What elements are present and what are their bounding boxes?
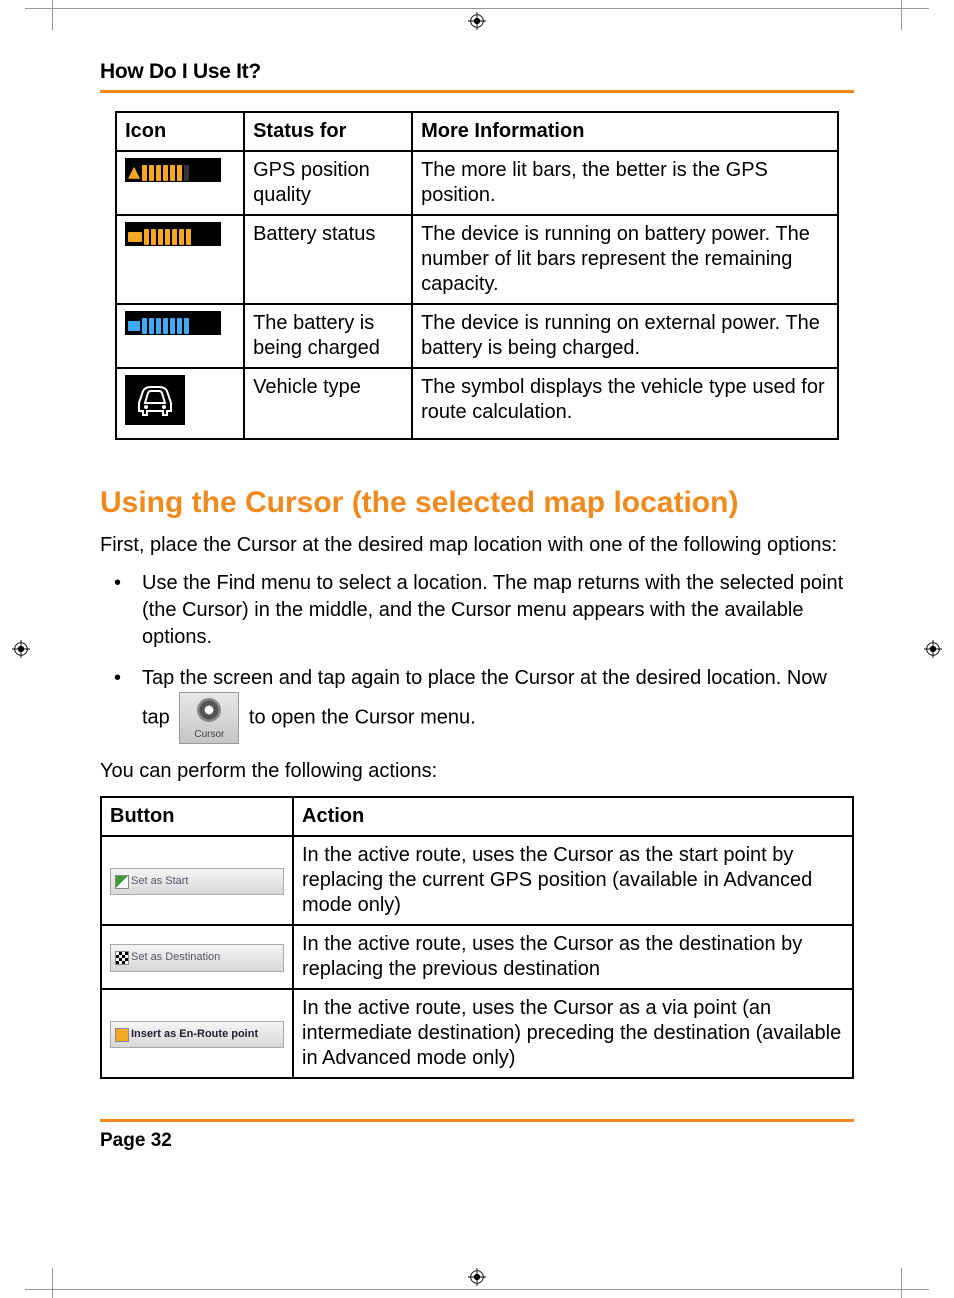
info-text: The more lit bars, the better is the GPS…: [412, 151, 838, 215]
table-row: Vehicle type The symbol displays the veh…: [116, 368, 838, 439]
bullet-text-part: to open the Cursor menu.: [249, 706, 476, 728]
registration-mark-icon: [12, 640, 30, 658]
intro-paragraph: First, place the Cursor at the desired m…: [100, 532, 854, 558]
crop-mark: [25, 8, 929, 9]
action-text: In the active route, uses the Cursor as …: [293, 989, 853, 1078]
registration-mark-icon: [468, 12, 486, 30]
flag-green-icon: [115, 875, 129, 889]
action-text: In the active route, uses the Cursor as …: [293, 925, 853, 989]
table-row: The battery is being charged The device …: [116, 304, 838, 368]
registration-mark-icon: [924, 640, 942, 658]
info-text: The symbol displays the vehicle type use…: [412, 368, 838, 439]
status-text: GPS position quality: [244, 151, 412, 215]
header-divider: [100, 90, 854, 93]
list-item: Tap the screen and tap again to place th…: [100, 665, 854, 744]
button-label: Set as Destination: [131, 951, 220, 963]
action-text: In the active route, uses the Cursor as …: [293, 836, 853, 925]
battery-status-icon: [125, 222, 221, 246]
crop-mark: [901, 1268, 902, 1298]
flag-checkered-icon: [115, 951, 129, 965]
outro-paragraph: You can perform the following actions:: [100, 758, 854, 784]
crop-mark: [901, 0, 902, 30]
cursor-action-table: Button Action Set as Start In the active…: [100, 796, 854, 1079]
gps-quality-icon: [125, 158, 221, 182]
page-header-title: How Do I Use It?: [100, 60, 854, 84]
info-text: The device is running on battery power. …: [412, 215, 838, 304]
registration-mark-icon: [468, 1268, 486, 1286]
status-text: The battery is being charged: [244, 304, 412, 368]
footer-divider: [100, 1119, 854, 1122]
page-number: Page 32: [100, 1130, 854, 1152]
status-text: Vehicle type: [244, 368, 412, 439]
section-heading: Using the Cursor (the selected map locat…: [100, 486, 854, 520]
status-text: Battery status: [244, 215, 412, 304]
cursor-button-icon: Cursor: [179, 692, 239, 744]
bullet-text-part: Tap the screen and tap again to place th…: [142, 667, 827, 728]
vehicle-type-icon: [125, 375, 185, 425]
table-header: Action: [293, 797, 853, 836]
crop-mark: [25, 1289, 929, 1290]
set-as-start-button: Set as Start: [110, 868, 284, 896]
table-header: Button: [101, 797, 293, 836]
table-row: Set as Start In the active route, uses t…: [101, 836, 853, 925]
crop-mark: [52, 0, 53, 30]
table-row: GPS position quality The more lit bars, …: [116, 151, 838, 215]
battery-charging-icon: [125, 311, 221, 335]
status-icon-table: Icon Status for More Information GPS pos…: [115, 111, 839, 440]
flag-orange-icon: [115, 1028, 129, 1042]
insert-en-route-button: Insert as En-Route point: [110, 1021, 284, 1049]
list-item: Use the Find menu to select a location. …: [100, 570, 854, 651]
cursor-button-label: Cursor: [180, 728, 238, 742]
table-header: Status for: [244, 112, 412, 151]
table-header: More Information: [412, 112, 838, 151]
info-text: The device is running on external power.…: [412, 304, 838, 368]
table-row: Insert as En-Route point In the active r…: [101, 989, 853, 1078]
table-header: Icon: [116, 112, 244, 151]
button-label: Insert as En-Route point: [131, 1028, 258, 1040]
table-row: Battery status The device is running on …: [116, 215, 838, 304]
bullet-list: Use the Find menu to select a location. …: [100, 570, 854, 744]
set-as-destination-button: Set as Destination: [110, 944, 284, 972]
table-row: Set as Destination In the active route, …: [101, 925, 853, 989]
crop-mark: [52, 1268, 53, 1298]
button-label: Set as Start: [131, 875, 188, 887]
